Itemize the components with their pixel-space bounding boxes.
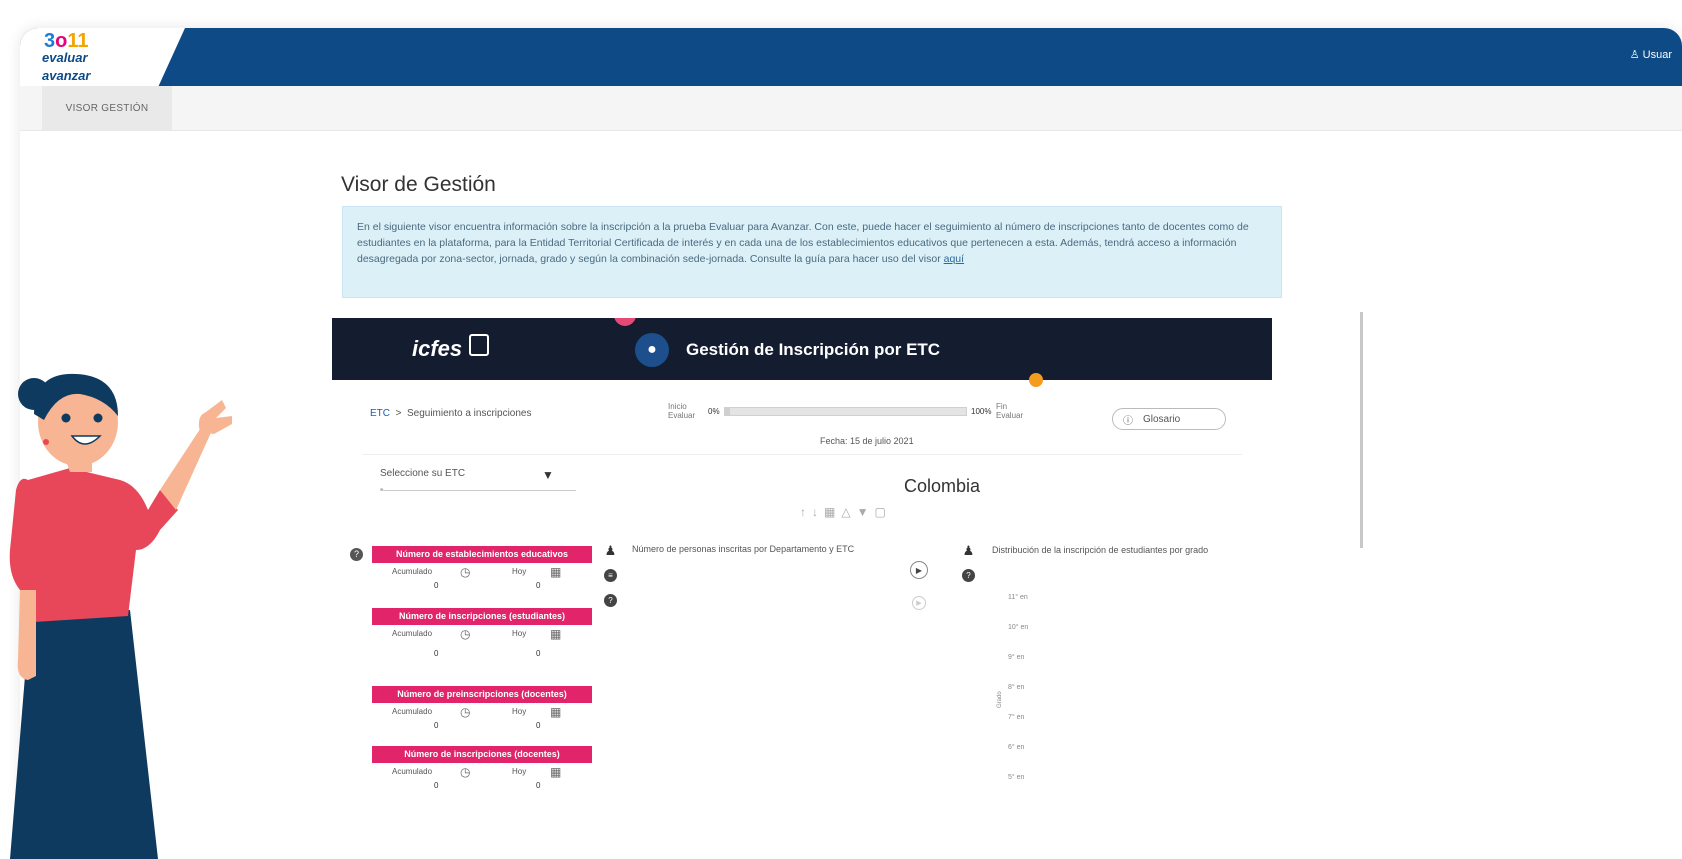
country-title: Colombia [904,476,981,496]
play-icon-disabled: ▶ [912,596,926,610]
logo-line-2: avanzar [42,68,91,83]
progress-block: Inicio Evaluar 0% 100% Fin Evaluar [668,398,1048,428]
kpi-card-title: Número de inscripciones (estudiantes) [372,608,592,625]
kpi-acc-label: Acumulado [392,767,433,776]
user-icon: ♙ [1629,49,1640,61]
glossary-button[interactable]: ⓘ Glosario [1112,408,1226,430]
icfes-logo: icfes [412,336,463,361]
grade-tick: 11° en [1008,594,1028,601]
help-icon[interactable]: ? [350,548,363,561]
divider [362,454,1242,455]
embed-scrollbar[interactable] [1360,312,1363,548]
chart1-title: Número de personas inscritas por Departa… [632,544,855,554]
progress-bar [724,407,967,416]
grade-tick: 7° en [1008,714,1025,721]
user-menu-button[interactable]: ♙ Usuar [1629,48,1672,62]
kpi-card: Número de inscripciones (docentes) Acumu… [372,746,592,793]
kpi-hoy-value: 0 [536,781,541,790]
kpi-hoy-value: 0 [536,581,541,590]
progress-start-sub: Evaluar [668,411,696,420]
chart1-side-icons: ♟ ≡ ? [604,544,620,619]
grade-tick: 10° en [1008,624,1029,631]
tab-visor-gestion[interactable]: VISOR GESTIÓN [42,86,172,130]
kpi-hoy-label: Hoy [512,629,527,638]
sub-navigation: VISOR GESTIÓN [20,86,1682,131]
glossary-label: Glosario [1143,413,1181,425]
progress-start-pct: 0% [708,407,720,416]
select-underline [380,490,576,491]
breadcrumb-separator: > [395,408,402,419]
kpi-card: Número de inscripciones (estudiantes) Ac… [372,608,592,661]
progress-start-label: Inicio [668,402,687,411]
grade-tick: 9° en [1008,654,1025,661]
calendar-icon: ▦ [550,627,562,641]
help-icon[interactable]: ? [604,594,617,607]
kpi-hoy-value: 0 [536,649,541,658]
clock-icon: ◷ [460,765,471,779]
kpi-acc-value: 0 [434,721,439,730]
grade-tick: 8° en [1008,684,1025,691]
list-icon[interactable]: ≡ [604,569,617,582]
dashboard-title: Gestión de Inscripción por ETC [686,340,941,359]
logo-line-1: evaluar [42,50,88,65]
kpi-acc-value: 0 [434,649,439,658]
kpi-acc-label: Acumulado [392,629,433,638]
user-label: Usuar [1642,48,1672,61]
grade-tick: 6° en [1008,744,1025,751]
kpi-card: Número de establecimientos educativos Ac… [372,546,592,593]
breadcrumb: ETC > Seguimiento a inscripciones [370,408,531,419]
clock-icon: ◷ [460,627,471,641]
kpi-card: Número de preinscripciones (docentes) Ac… [372,686,592,733]
info-alert: En el siguiente visor encuentra informac… [342,206,1282,298]
grade-axis-label: Grado [997,691,1003,708]
progress-fill [725,408,730,415]
grade-tick: 5° en [1008,774,1025,781]
logo[interactable]: 3o11 evaluar avanzar [20,28,185,86]
people-icon: ♟ [604,543,617,558]
page-title: Visor de Gestión [341,173,496,196]
kpi-card-title: Número de inscripciones (docentes) [372,746,592,763]
progress-end-pct: 100% [971,407,992,416]
calendar-icon: ▦ [550,765,562,779]
etc-select-label: Seleccione su ETC [380,468,466,479]
etc-select[interactable]: Seleccione su ETC ▼ - [380,468,576,495]
kpi-hoy-label: Hoy [512,567,527,576]
calendar-icon: ▦ [550,705,562,719]
people-icon: ● [635,333,669,367]
kpi-card-title: Número de establecimientos educativos [372,546,592,563]
presenter-illustration [9,373,232,859]
kpi-hoy-value: 0 [536,721,541,730]
decor-orange-dot [1029,373,1043,387]
report-date: Fecha: 15 de julio 2021 [820,436,914,446]
breadcrumb-current: Seguimiento a inscripciones [406,408,532,419]
chart2-side-icons: ♟ ? [962,544,978,594]
kpi-hoy-label: Hoy [512,767,527,776]
clock-icon: ◷ [460,565,471,579]
help-icon[interactable]: ? [962,569,975,582]
kpi-acc-label: Acumulado [392,707,433,716]
progress-end-sub: Evaluar [996,411,1024,420]
progress-end-label: Fin [996,402,1008,411]
guide-link[interactable]: aquí [944,253,964,265]
check-icon [469,334,489,356]
dashboard-embed: icfes ● Gestión de Inscripción por ETC E… [332,318,1272,831]
info-icon: ⓘ [1123,415,1133,427]
grade-axis: 11° en 10° en 9° en 8° en 7° en 6° en 5°… [1008,594,1048,804]
chevron-down-icon: ▼ [542,468,554,482]
kpi-acc-label: Acumulado [392,567,433,576]
calendar-icon: ▦ [550,565,562,579]
kpi-card-title: Número de preinscripciones (docentes) [372,686,592,703]
chart2-title: Distribución de la inscripción de estudi… [992,545,1209,555]
kpi-hoy-label: Hoy [512,707,527,716]
dashboard-header: icfes ● Gestión de Inscripción por ETC [332,318,1272,380]
person-icon: ♟ [962,543,975,558]
info-text: En el siguiente visor encuentra informac… [357,221,1249,265]
clock-icon: ◷ [460,705,471,719]
kpi-acc-value: 0 [434,581,439,590]
top-bar: 3o11 evaluar avanzar ♙ Usuar [20,28,1682,86]
kpi-acc-value: 0 [434,781,439,790]
breadcrumb-etc[interactable]: ETC [370,408,390,419]
play-icon[interactable]: ▶ [910,561,928,579]
chart-toolbar[interactable]: ↑↓▦△▼▢ [800,505,892,519]
